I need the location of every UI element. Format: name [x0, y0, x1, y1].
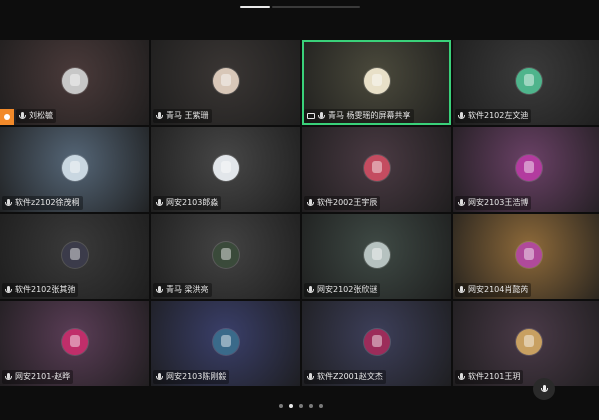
participant-avatar [516, 155, 542, 181]
page-dot-active[interactable] [289, 404, 293, 408]
participant-name-tag: 网安2103陈刚毅 [153, 370, 230, 384]
participant-tile[interactable]: 软件2101王玥 [453, 301, 599, 386]
participant-avatar [212, 329, 239, 355]
participant-name-tag: 青马 梁洪亮 [153, 283, 212, 297]
video-grid: 刘松毓 青马 王紫珊 青马 杨雯瑶的屏幕共享 软件2102左文迪 软件z2102… [0, 40, 599, 386]
participant-name: 网安2101-赵晔 [15, 372, 71, 381]
participant-tile[interactable]: 青马 梁洪亮 [151, 214, 300, 299]
participant-name: 网安2104肖懿芮 [468, 285, 529, 294]
participant-avatar [363, 68, 390, 94]
participant-tile[interactable]: 软件2002王宇辰 [302, 127, 451, 212]
microphone-icon [5, 372, 12, 382]
microphone-icon [156, 111, 163, 121]
participant-name: 网安2103郎淼 [166, 198, 219, 207]
microphone-icon [458, 198, 465, 208]
page-dot[interactable] [309, 404, 313, 408]
microphone-icon [458, 372, 465, 382]
microphone-icon [156, 285, 163, 295]
participant-avatar [516, 68, 542, 94]
participant-name: 软件z2102徐茂桐 [15, 198, 80, 207]
participant-avatar [516, 242, 542, 268]
participant-tile[interactable]: 网安2101-赵晔 [0, 301, 149, 386]
participant-name: 青马 杨雯瑶的屏幕共享 [328, 111, 411, 120]
microphone-icon [156, 198, 163, 208]
participant-tile-active[interactable]: 青马 杨雯瑶的屏幕共享 [302, 40, 451, 125]
participant-name-tag: 网安2102张欣谜 [304, 283, 381, 297]
participant-name-tag: 青马 杨雯瑶的屏幕共享 [304, 109, 414, 123]
microphone-icon [318, 111, 325, 121]
participant-tile[interactable]: 网安2103王浩博 [453, 127, 599, 212]
participant-tile[interactable]: 网安2104肖懿芮 [453, 214, 599, 299]
participant-name: 软件2102左文迪 [468, 111, 529, 120]
participant-name-tag: 网安2104肖懿芮 [455, 283, 532, 297]
screen-share-icon [307, 113, 315, 119]
participant-name: 青马 梁洪亮 [166, 285, 209, 294]
participant-name: 网安2103王浩博 [468, 198, 529, 207]
participant-name: 网安2103陈刚毅 [166, 372, 227, 381]
participant-name: 软件Z2001赵文杰 [317, 372, 383, 381]
microphone-icon [458, 111, 465, 121]
participant-name: 青马 王紫珊 [166, 111, 209, 120]
microphone-icon [307, 198, 314, 208]
participant-name: 网安2102张欣谜 [317, 285, 378, 294]
participant-avatar [212, 242, 239, 268]
participant-tile[interactable]: 软件2102张其弛 [0, 214, 149, 299]
participant-name-tag: 软件2101王玥 [455, 370, 524, 384]
participant-avatar [61, 329, 88, 355]
participant-avatar [363, 329, 390, 355]
page-dot[interactable] [279, 404, 283, 408]
participant-name-tag: 青马 王紫珊 [153, 109, 212, 123]
participant-tile[interactable]: 青马 王紫珊 [151, 40, 300, 125]
participant-name-tag: 软件2102左文迪 [455, 109, 532, 123]
participant-name: 软件2102张其弛 [15, 285, 76, 294]
participant-name-tag: 软件2102张其弛 [2, 283, 79, 297]
microphone-icon [156, 372, 163, 382]
participant-tile[interactable]: 软件Z2001赵文杰 [302, 301, 451, 386]
participant-avatar [61, 242, 88, 268]
participant-name-tag: 网安2103王浩博 [455, 196, 532, 210]
participant-name-tag: 软件z2102徐茂桐 [2, 196, 83, 210]
mute-toggle-button[interactable] [533, 378, 555, 400]
participant-tile[interactable]: 网安2103郎淼 [151, 127, 300, 212]
participant-tile[interactable]: 软件z2102徐茂桐 [0, 127, 149, 212]
participant-tile[interactable]: 软件2102左文迪 [453, 40, 599, 125]
microphone-icon [307, 285, 314, 295]
microphone-icon [5, 285, 12, 295]
participant-name-tag: 软件2002王宇辰 [304, 196, 381, 210]
participant-name: 软件2101王玥 [468, 372, 521, 381]
participant-name-tag: 网安2101-赵晔 [2, 370, 74, 384]
participant-avatar [212, 155, 239, 181]
participant-tile[interactable]: 网安2103陈刚毅 [151, 301, 300, 386]
participant-avatar [61, 68, 88, 94]
top-bar [0, 0, 599, 40]
microphone-icon [19, 111, 26, 121]
page-dot[interactable] [319, 404, 323, 408]
page-dots[interactable] [279, 404, 323, 408]
participant-name: 刘松毓 [29, 111, 53, 120]
participant-name-tag: 网安2103郎淼 [153, 196, 222, 210]
participant-avatar [516, 329, 542, 355]
page-indicator-active [240, 6, 270, 8]
page-dot[interactable] [299, 404, 303, 408]
participant-tile[interactable]: 刘松毓 [0, 40, 149, 125]
participant-avatar [363, 242, 390, 268]
microphone-icon [5, 198, 12, 208]
microphone-icon [540, 384, 548, 394]
participant-avatar [212, 68, 239, 94]
participant-avatar [61, 155, 88, 181]
participant-tile[interactable]: 网安2102张欣谜 [302, 214, 451, 299]
participant-name-tag: 软件Z2001赵文杰 [304, 370, 386, 384]
participant-avatar [363, 155, 390, 181]
page-indicator-track [272, 6, 360, 8]
microphone-icon [458, 285, 465, 295]
participant-name-tag: 刘松毓 [16, 109, 56, 123]
participant-name: 软件2002王宇辰 [317, 198, 378, 207]
host-icon [0, 109, 14, 125]
microphone-icon [307, 372, 314, 382]
